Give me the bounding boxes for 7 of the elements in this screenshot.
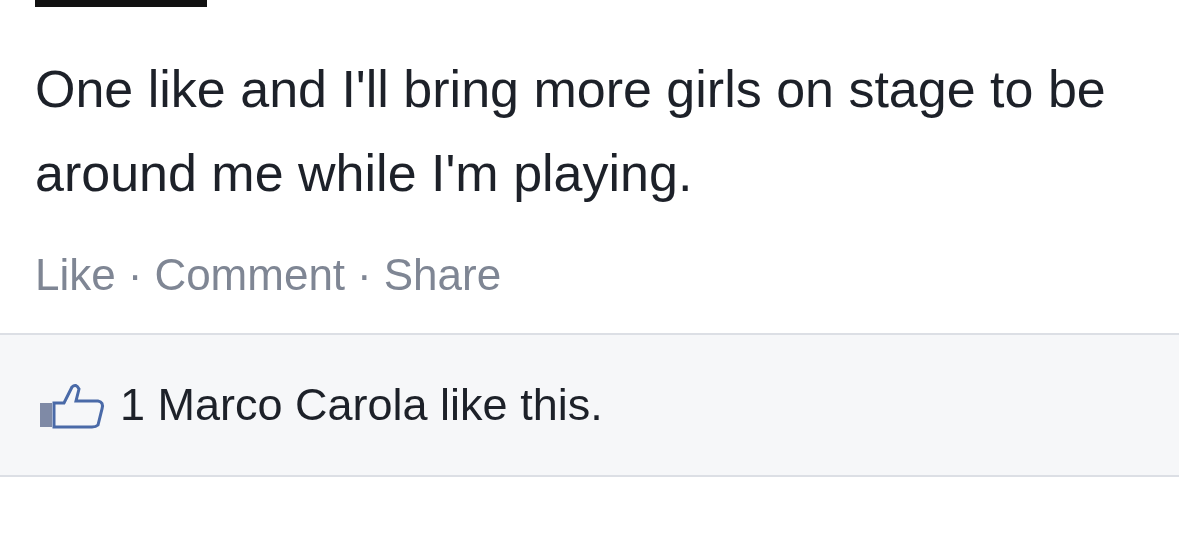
action-link[interactable]: Like bbox=[35, 250, 116, 300]
separator-dot: · bbox=[127, 250, 143, 300]
action-link[interactable]: Share bbox=[383, 250, 502, 300]
action-link[interactable]: Comment bbox=[154, 250, 346, 300]
likes-text: 1 Marco Carola like this. bbox=[120, 379, 603, 431]
post-text: One like and I'll bring more girls on stage to be around me while I'm playing. bbox=[35, 59, 1107, 204]
separator-dot: · bbox=[357, 250, 372, 300]
